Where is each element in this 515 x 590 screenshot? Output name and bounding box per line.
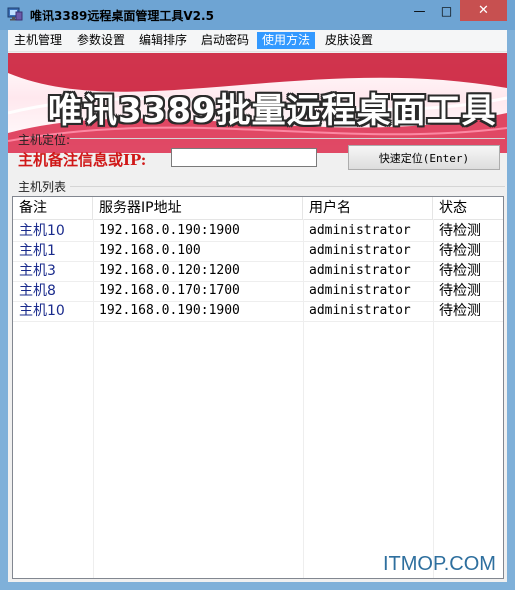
cell-status: 待检测 <box>439 243 481 259</box>
locate-group-divider <box>70 138 505 139</box>
minimize-button[interactable]: — <box>406 0 433 21</box>
client-area: 主机管理 参数设置 编辑排序 启动密码 使用方法 皮肤设置 唯讯3389批量远程… <box>8 30 507 582</box>
locate-section-label: 主机定位: <box>18 133 71 147</box>
table-row[interactable]: 主机1 192.168.0.100 administrator 待检测 <box>13 241 503 262</box>
cell-username: administrator <box>309 283 411 298</box>
table-row[interactable]: 主机10 192.168.0.190:1900 administrator 待检… <box>13 301 503 322</box>
cell-note: 主机3 <box>19 263 56 279</box>
host-list-group-divider <box>70 186 505 187</box>
cell-note: 主机8 <box>19 283 56 299</box>
menu-bar: 主机管理 参数设置 编辑排序 启动密码 使用方法 皮肤设置 <box>8 30 507 52</box>
column-header-ip[interactable]: 服务器IP地址 <box>93 197 303 219</box>
locate-field-label: 主机备注信息或IP: <box>18 151 147 169</box>
cell-ip: 192.168.0.120:1200 <box>99 263 240 278</box>
app-window: 唯讯3389远程桌面管理工具V2.5 — □ ✕ 主机管理 参数设置 编辑排序 … <box>0 0 515 590</box>
close-button[interactable]: ✕ <box>460 0 507 21</box>
cell-status: 待检测 <box>439 223 481 239</box>
menu-host-management[interactable]: 主机管理 <box>9 32 67 49</box>
host-list-section-label: 主机列表 <box>18 180 67 194</box>
maximize-button[interactable]: □ <box>433 0 460 21</box>
cell-username: administrator <box>309 243 411 258</box>
locate-input[interactable] <box>171 148 317 167</box>
menu-usage[interactable]: 使用方法 <box>257 32 316 49</box>
banner-title: 唯讯3389批量远程桌面工具 <box>48 91 497 131</box>
column-header-status[interactable]: 状态 <box>433 197 503 219</box>
title-bar[interactable]: 唯讯3389远程桌面管理工具V2.5 — □ ✕ <box>0 0 515 30</box>
cell-note: 主机10 <box>19 223 65 239</box>
cell-status: 待检测 <box>439 303 481 319</box>
cell-ip: 192.168.0.190:1900 <box>99 303 240 318</box>
cell-username: administrator <box>309 223 411 238</box>
host-list-header: 备注 服务器IP地址 用户名 状态 <box>13 197 503 220</box>
table-row[interactable]: 主机3 192.168.0.120:1200 administrator 待检测 <box>13 261 503 282</box>
host-list-view[interactable]: 备注 服务器IP地址 用户名 状态 主机10 192.168.0.190:190… <box>12 196 504 579</box>
cell-status: 待检测 <box>439 263 481 279</box>
column-header-username[interactable]: 用户名 <box>303 197 433 219</box>
quick-locate-button[interactable]: 快速定位(Enter) <box>348 145 500 170</box>
menu-skin-settings[interactable]: 皮肤设置 <box>320 32 378 49</box>
cell-ip: 192.168.0.170:1700 <box>99 283 240 298</box>
window-title: 唯讯3389远程桌面管理工具V2.5 <box>30 9 214 23</box>
cell-status: 待检测 <box>439 283 481 299</box>
cell-username: administrator <box>309 263 411 278</box>
cell-ip: 192.168.0.190:1900 <box>99 223 240 238</box>
column-header-note[interactable]: 备注 <box>13 197 93 219</box>
table-row[interactable]: 主机8 192.168.0.170:1700 administrator 待检测 <box>13 281 503 302</box>
cell-ip: 192.168.0.100 <box>99 243 201 258</box>
menu-edit-sort[interactable]: 编辑排序 <box>134 32 192 49</box>
app-icon <box>7 7 23 21</box>
menu-startup-password[interactable]: 启动密码 <box>196 32 254 49</box>
cell-note: 主机10 <box>19 303 65 319</box>
menu-parameter-settings[interactable]: 参数设置 <box>72 32 130 49</box>
table-row[interactable]: 主机10 192.168.0.190:1900 administrator 待检… <box>13 221 503 242</box>
watermark: ITMOP.COM <box>383 553 496 575</box>
cell-note: 主机1 <box>19 243 56 259</box>
cell-username: administrator <box>309 303 411 318</box>
